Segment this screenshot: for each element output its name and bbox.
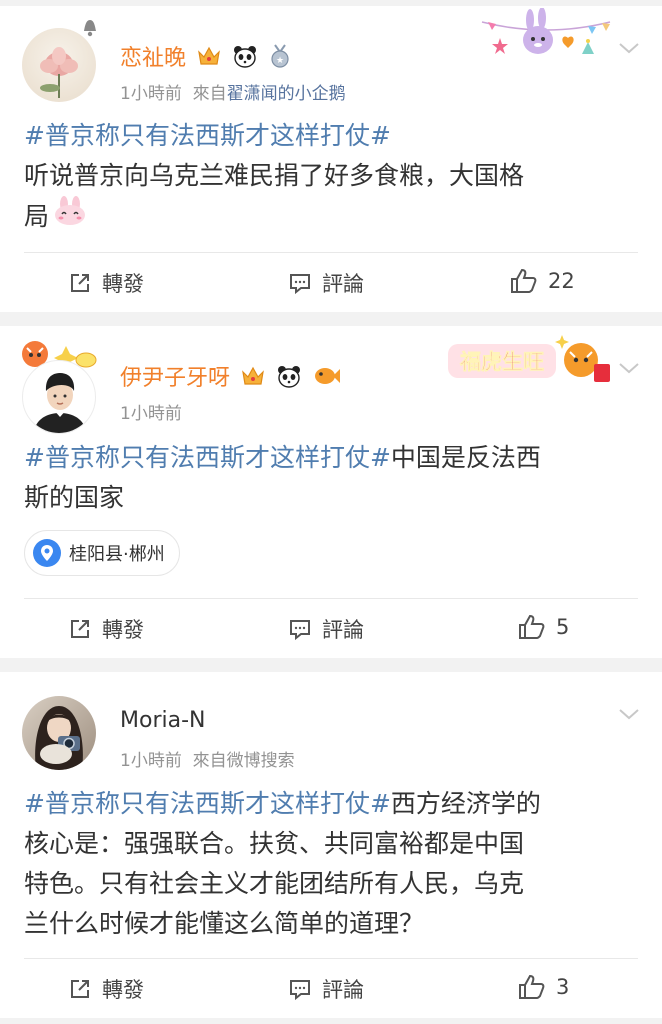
comment-icon (288, 617, 312, 641)
thumbs-up-icon (510, 268, 538, 294)
post-text-line: 特色。只有社会主义才能团结所有人民，乌克 (24, 869, 525, 898)
divider (24, 598, 638, 599)
post-text-segment: 西方经济学的 (390, 789, 541, 818)
panda-icon (232, 44, 258, 74)
crown-icon (241, 365, 265, 393)
post-meta: 1小時前 來自翟潇闻的小企鹅 (120, 79, 346, 104)
post-card[interactable]: 伊尹子牙呀 1小時前 福虎生旺 #普京称只有法西斯才这样打仗#中国是反法西 斯的… (0, 326, 662, 658)
like-count: 3 (556, 975, 570, 999)
crown-icon (197, 45, 221, 73)
repost-label: 轉發 (102, 978, 144, 1002)
avatar[interactable] (22, 28, 96, 102)
post-time: 1小時前 (120, 84, 182, 104)
weibo-comment-feed: 恋祉晚 ★ 1小時前 來自翟潇闻的小企鹅 #普京称只有法西斯才这样打仗# 听说普… (0, 0, 662, 1024)
comment-label: 評論 (322, 978, 364, 1002)
avatar[interactable] (22, 696, 96, 770)
cartoon-man-avatar-image (33, 373, 87, 433)
like-count: 22 (548, 269, 575, 293)
bunny-emoji-icon (53, 196, 87, 238)
fu-hu-sheng-wang-card-decoration: 福虎生旺 (446, 332, 616, 386)
source-prefix: 來自 (192, 84, 227, 104)
post-text: #普京称只有法西斯才这样打仗# 听说普京向乌克兰难民捐了好多食粮，大国格 局 (24, 116, 622, 238)
post-text: #普京称只有法西斯才这样打仗#西方经济学的 核心是：强强联合。扶贫、共同富裕都是… (24, 784, 622, 944)
post-text-line: 斯的国家 (24, 483, 125, 512)
post-text-line: 听说普京向乌克兰难民捐了好多食粮，大国格 (24, 161, 525, 190)
hashtag-link[interactable]: #普京称只有法西斯才这样打仗# (24, 121, 391, 150)
repost-button[interactable]: 轉發 (68, 974, 144, 1004)
comment-label: 評論 (322, 618, 364, 642)
comment-button[interactable]: 評論 (288, 974, 364, 1004)
post-text: #普京称只有法西斯才这样打仗#中国是反法西 斯的国家 (24, 438, 622, 518)
like-count: 5 (556, 615, 570, 639)
bell-decoration-icon (82, 18, 98, 38)
hashtag-link[interactable]: #普京称只有法西斯才这样打仗# (24, 789, 391, 818)
like-button[interactable]: 3 (518, 974, 569, 1000)
username[interactable]: Moria-N (120, 708, 205, 733)
post-text-line: 核心是：强强联合。扶贫、共同富裕都是中国 (24, 829, 525, 858)
chevron-down-icon[interactable] (618, 40, 640, 54)
hashtag-link[interactable]: #普京称只有法西斯才这样打仗# (24, 443, 391, 472)
medal-icon: ★ (269, 44, 291, 74)
bunny-card-decoration (478, 7, 614, 64)
comment-label: 評論 (322, 272, 364, 296)
divider (24, 252, 638, 253)
location-label: 桂阳县·郴州 (69, 544, 165, 565)
thumbs-up-icon (518, 614, 546, 640)
post-text-line: 局 (24, 202, 50, 231)
comment-button[interactable]: 評論 (288, 268, 364, 298)
source-link[interactable]: 微博搜索 (227, 751, 295, 771)
username[interactable]: 恋祉晚 ★ (120, 40, 291, 74)
username[interactable]: 伊尹子牙呀 (120, 360, 341, 394)
post-text-segment: 中国是反法西 (390, 443, 541, 472)
share-icon (68, 617, 92, 641)
lotus-avatar-image (40, 47, 78, 98)
comment-button[interactable]: 評論 (288, 614, 364, 644)
source-prefix: 來自 (192, 751, 227, 771)
post-time: 1小時前 (120, 404, 182, 424)
location-pin-icon (33, 539, 61, 567)
panda-icon (276, 364, 302, 394)
like-button[interactable]: 5 (518, 614, 569, 640)
svg-text:福虎生旺: 福虎生旺 (459, 350, 544, 374)
repost-label: 轉發 (102, 272, 144, 296)
post-card[interactable]: 恋祉晚 ★ 1小時前 來自翟潇闻的小企鹅 #普京称只有法西斯才这样打仗# 听说普… (0, 6, 662, 312)
post-card[interactable]: Moria-N 1小時前 來自微博搜索 #普京称只有法西斯才这样打仗#西方经济学… (0, 672, 662, 1018)
chevron-down-icon[interactable] (618, 706, 640, 720)
share-icon (68, 977, 92, 1001)
repost-button[interactable]: 轉發 (68, 268, 144, 298)
location-tag[interactable]: 桂阳县·郴州 (24, 530, 180, 576)
post-meta: 1小時前 (120, 399, 182, 424)
share-icon (68, 271, 92, 295)
post-time: 1小時前 (120, 751, 182, 771)
repost-button[interactable]: 轉發 (68, 614, 144, 644)
avatar[interactable] (22, 360, 96, 434)
post-text-line: 兰什么时候才能懂这么简单的道理？ (24, 909, 425, 938)
repost-label: 轉發 (102, 618, 144, 642)
source-link[interactable]: 翟潇闻的小企鹅 (227, 84, 346, 104)
thumbs-up-icon (518, 974, 546, 1000)
like-button[interactable]: 22 (510, 268, 575, 294)
comment-icon (288, 271, 312, 295)
comment-icon (288, 977, 312, 1001)
photo-woman-camera-image (35, 706, 83, 770)
chevron-down-icon[interactable] (618, 360, 640, 374)
fish-icon (313, 365, 341, 393)
divider (24, 958, 638, 959)
post-meta: 1小時前 來自微博搜索 (120, 746, 295, 771)
svg-text:★: ★ (276, 56, 284, 66)
